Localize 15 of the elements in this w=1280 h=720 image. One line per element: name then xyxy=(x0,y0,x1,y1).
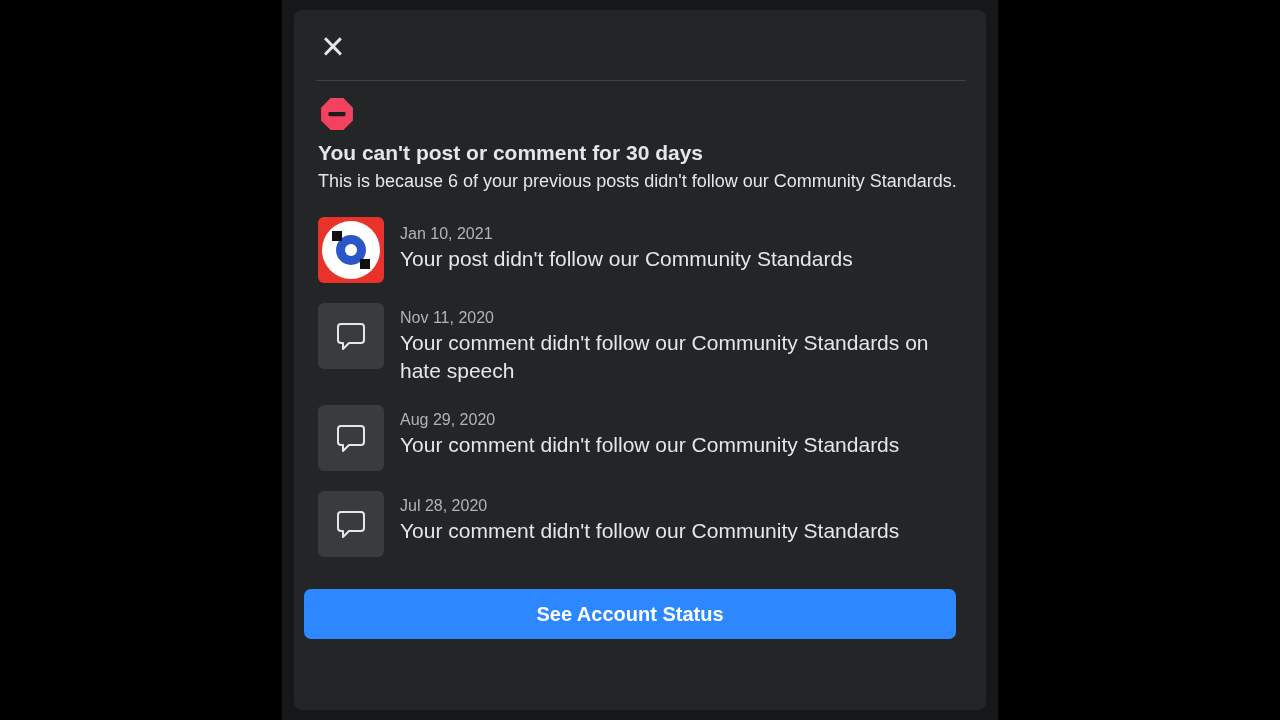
item-description: Your comment didn't follow our Community Standards on hate speech xyxy=(400,330,930,384)
item-date: Jul 28, 2020 xyxy=(400,497,489,515)
speech-bubble-icon xyxy=(335,422,367,454)
dialog-title: You can't post or comment for 30 days xyxy=(318,141,704,165)
speech-bubble-icon xyxy=(335,508,367,540)
item-date: Jan 10, 2021 xyxy=(400,225,494,243)
item-description: Your comment didn't follow our Community Standards xyxy=(400,432,900,458)
item-date: Aug 29, 2020 xyxy=(400,411,497,429)
dialog-message: This is because 6 of your previous posts didn't follow our Community Standards. xyxy=(318,170,958,193)
item-description: Your post didn't follow our Community Standards xyxy=(400,246,853,272)
stop-icon xyxy=(320,97,354,131)
close-button[interactable]: × xyxy=(318,30,348,62)
speech-bubble-icon xyxy=(335,320,367,352)
item-description: Your comment didn't follow our Community Standards xyxy=(400,518,900,544)
item-date: Nov 11, 2020 xyxy=(400,309,495,327)
